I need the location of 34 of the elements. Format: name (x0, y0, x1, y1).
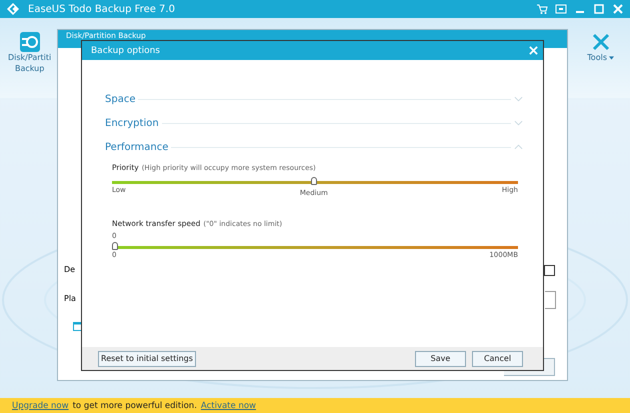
dialog-title: Backup options (91, 46, 160, 56)
banner-text: to get more powerful edition. (72, 400, 197, 410)
toolbar-label[interactable]: Disk/Partiti (8, 52, 52, 63)
checkbox[interactable] (544, 265, 555, 276)
slider-thumb[interactable] (112, 242, 118, 250)
speed-slider[interactable] (112, 242, 518, 252)
caret-icon (609, 56, 614, 60)
chevron-up-icon[interactable] (514, 144, 523, 150)
toolbar-label[interactable]: Backup (14, 63, 44, 74)
section-header[interactable]: Encryption (105, 118, 159, 128)
maximize-icon[interactable] (593, 4, 605, 14)
priority-slider[interactable] (112, 177, 518, 187)
close-icon[interactable] (612, 4, 624, 14)
chevron-down-icon[interactable] (514, 120, 523, 126)
window-title: EaseUS Todo Backup Free 7.0 (28, 4, 176, 14)
section-header[interactable]: Performance (105, 142, 168, 152)
chevron-down-icon[interactable] (514, 96, 523, 102)
back-arrow-icon[interactable] (6, 2, 20, 16)
slider-thumb[interactable] (311, 177, 317, 185)
screen-icon[interactable] (555, 4, 567, 14)
field-label: De (64, 265, 76, 275)
cancel-button[interactable]: Cancel (472, 350, 523, 366)
close-icon[interactable] (529, 46, 538, 55)
cart-icon[interactable] (536, 4, 548, 14)
disk-backup-icon[interactable] (20, 32, 40, 52)
activate-link[interactable]: Activate now (200, 400, 256, 410)
toolbar-label[interactable]: Tools (587, 52, 614, 63)
field-label: Pla (64, 294, 76, 304)
reset-button[interactable]: Reset to initial settings (98, 350, 196, 366)
save-button[interactable]: Save (415, 350, 466, 366)
section-header[interactable]: Space (105, 94, 136, 104)
input-field[interactable] (545, 291, 556, 309)
upgrade-link[interactable]: Upgrade now (12, 400, 69, 410)
tools-icon[interactable] (590, 32, 611, 52)
